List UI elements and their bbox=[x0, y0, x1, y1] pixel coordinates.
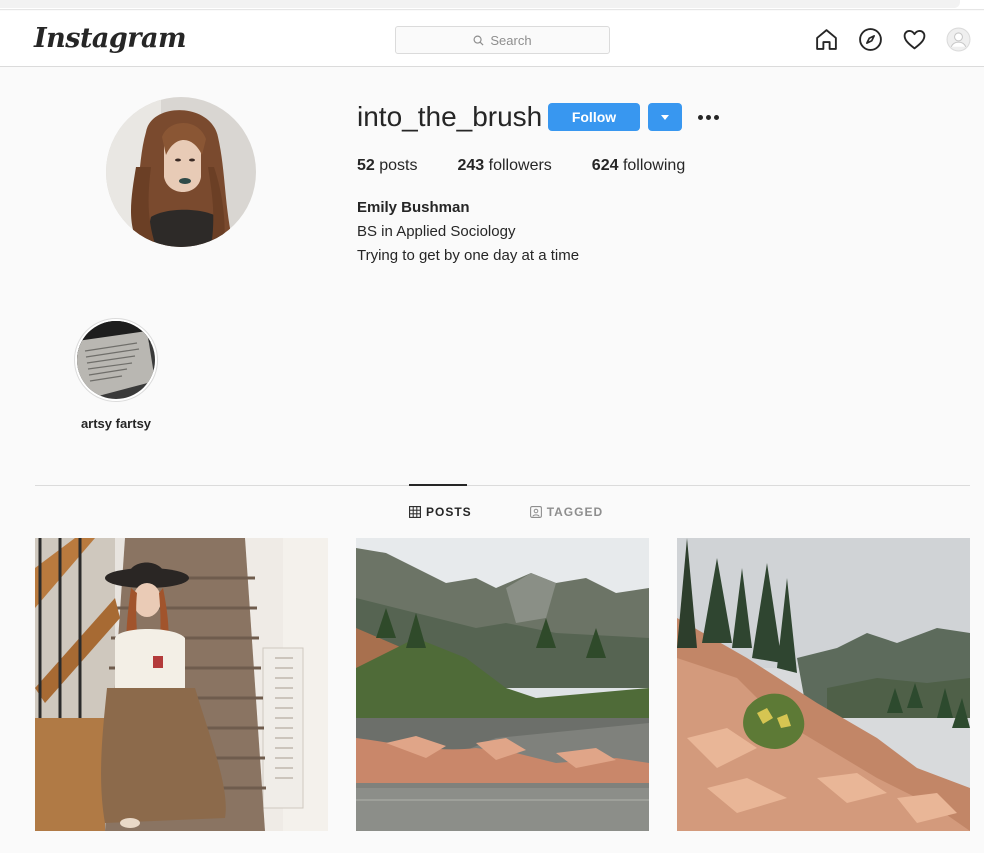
tabs-divider bbox=[35, 485, 970, 486]
post-thumbnail[interactable] bbox=[35, 538, 328, 831]
post-thumbnail[interactable] bbox=[356, 538, 649, 831]
profile-stats: 52 posts 243 followers 624 following bbox=[357, 157, 725, 175]
posts-label: posts bbox=[379, 157, 418, 174]
more-dot-icon bbox=[697, 114, 703, 120]
activity-heart-icon[interactable] bbox=[902, 27, 927, 52]
browser-chrome-strip bbox=[0, 0, 984, 10]
bio-line: Trying to get by one day at a time bbox=[357, 247, 580, 264]
following-count: 624 bbox=[591, 157, 619, 174]
profile-tabs: POSTS TAGGED bbox=[409, 505, 603, 519]
following-label: following bbox=[622, 157, 686, 174]
more-dot-icon bbox=[713, 114, 719, 120]
grid-icon bbox=[409, 506, 421, 518]
tab-tagged-label: TAGGED bbox=[546, 505, 604, 519]
explore-icon[interactable] bbox=[858, 27, 883, 52]
profile-username: into_the_brush bbox=[357, 101, 543, 132]
followers-stat[interactable]: 243 followers bbox=[458, 157, 552, 175]
tab-posts[interactable]: POSTS bbox=[409, 505, 472, 519]
search-placeholder: Search bbox=[490, 32, 532, 48]
followers-label: followers bbox=[488, 157, 552, 174]
post-thumbnail[interactable] bbox=[677, 538, 970, 831]
active-tab-indicator bbox=[409, 484, 467, 486]
more-dot-icon bbox=[705, 114, 711, 120]
nav-icon-group bbox=[814, 27, 971, 52]
posts-stat: 52 posts bbox=[357, 157, 418, 175]
bio-line: BS in Applied Sociology bbox=[357, 223, 516, 240]
top-navigation-bar: Instagram Search bbox=[0, 11, 984, 67]
search-icon bbox=[473, 35, 484, 46]
followers-count: 243 bbox=[457, 157, 485, 174]
tab-tagged[interactable]: TAGGED bbox=[529, 505, 604, 519]
story-highlight[interactable]: artsy fartsy bbox=[74, 318, 158, 431]
highlight-cover[interactable] bbox=[74, 318, 158, 402]
following-stat[interactable]: 624 following bbox=[592, 157, 685, 175]
profile-avatar-icon[interactable] bbox=[946, 27, 971, 52]
tab-posts-label: POSTS bbox=[426, 505, 472, 519]
posts-count: 52 bbox=[357, 157, 375, 174]
more-options-button[interactable] bbox=[694, 106, 722, 128]
chevron-down-icon bbox=[661, 114, 669, 120]
profile-picture[interactable] bbox=[106, 97, 256, 247]
tagged-icon bbox=[529, 506, 542, 518]
suggested-accounts-dropdown-button[interactable] bbox=[648, 103, 682, 131]
follow-button[interactable]: Follow bbox=[548, 103, 640, 131]
search-input[interactable]: Search bbox=[395, 26, 610, 54]
highlight-label: artsy fartsy bbox=[80, 416, 152, 431]
home-icon[interactable] bbox=[814, 27, 839, 52]
profile-full-name: Emily Bushman bbox=[357, 199, 470, 216]
instagram-logo[interactable]: Instagram bbox=[34, 23, 187, 54]
posts-grid bbox=[35, 538, 970, 831]
browser-tab-bar bbox=[0, 0, 960, 8]
